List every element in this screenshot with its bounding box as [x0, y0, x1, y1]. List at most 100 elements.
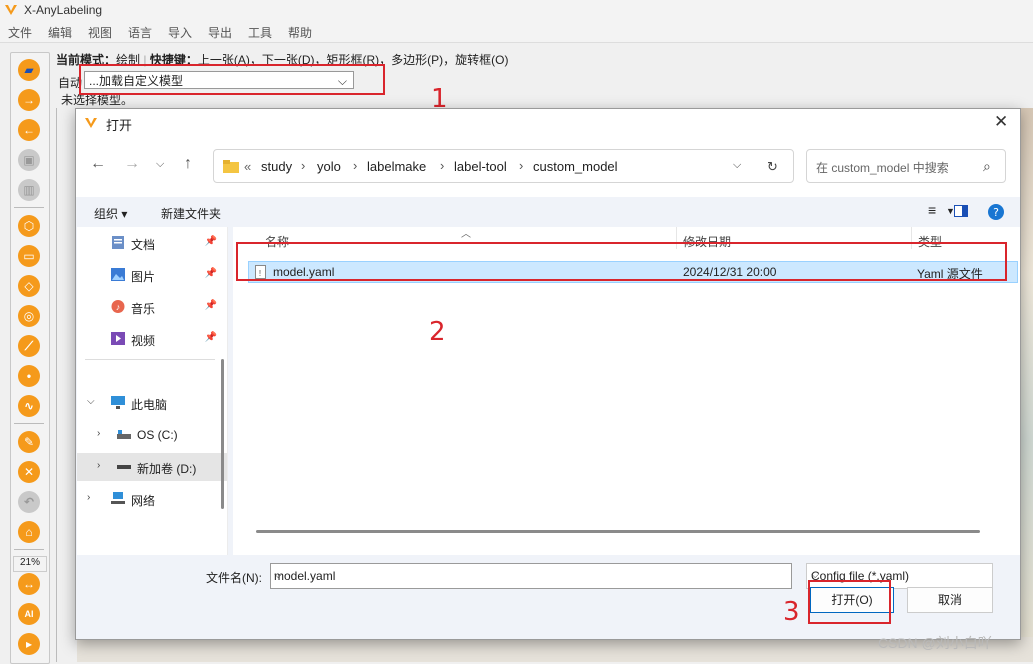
annotation-number-2: 2: [429, 317, 446, 347]
filename-label: 文件名(N):: [206, 571, 262, 585]
zoom-level[interactable]: 21%: [13, 556, 47, 572]
pin-icon[interactable]: 📌: [205, 300, 217, 311]
filename-input[interactable]: model.yaml ⌵: [270, 563, 792, 589]
brush-icon[interactable]: ⌂: [18, 521, 40, 543]
nav-item-label: 音乐: [131, 302, 156, 316]
nav-item-videos[interactable]: 视频 📌: [77, 325, 227, 353]
breadcrumb-label-tool[interactable]: label-tool: [454, 159, 507, 174]
nav-item-drive-d[interactable]: › 新加卷 (D:): [77, 453, 227, 481]
menu-language[interactable]: 语言: [128, 24, 152, 41]
undo-icon[interactable]: ↶: [18, 491, 40, 513]
menu-export[interactable]: 导出: [208, 24, 232, 41]
canvas-divider: [56, 108, 57, 662]
linestrip-icon[interactable]: ∿: [18, 395, 40, 417]
drive-icon: [117, 465, 131, 469]
breadcrumb-overflow[interactable]: «: [244, 159, 251, 174]
edit-icon[interactable]: ✎: [18, 431, 40, 453]
menu-import[interactable]: 导入: [168, 24, 192, 41]
line-icon[interactable]: ⟋: [18, 335, 40, 357]
nav-item-this-pc[interactable]: ⌵ 此电脑: [77, 389, 227, 417]
menu-file[interactable]: 文件: [8, 24, 32, 41]
menu-tools[interactable]: 工具: [248, 24, 272, 41]
back-arrow-icon[interactable]: ←: [90, 155, 106, 173]
horizontal-scrollbar[interactable]: [256, 530, 980, 533]
next-image-icon[interactable]: →: [18, 89, 40, 111]
search-placeholder: 在 custom_model 中搜索: [816, 161, 949, 175]
breadcrumb-study[interactable]: study: [261, 159, 292, 174]
annotation-number-3: 3: [783, 597, 800, 627]
expanded-chevron-icon[interactable]: ⌵: [87, 396, 95, 407]
toolbar-divider: [14, 549, 44, 550]
watermark: CSDN @刘小白吖: [878, 635, 992, 651]
nav-item-label: 文档: [131, 238, 156, 252]
preview-pane-icon[interactable]: [954, 205, 968, 217]
pictures-icon: [111, 268, 125, 281]
circle-icon[interactable]: ◎: [18, 305, 40, 327]
menu-edit[interactable]: 编辑: [48, 24, 72, 41]
nav-item-documents[interactable]: 文档 📌: [77, 229, 227, 257]
save-icon[interactable]: ▣: [18, 149, 40, 171]
delete-icon[interactable]: ▥: [18, 179, 40, 201]
run-icon[interactable]: ▸: [18, 633, 40, 655]
refresh-icon[interactable]: ↻: [767, 159, 778, 175]
annotation-box-1: [79, 64, 385, 95]
ai-icon[interactable]: AI: [18, 603, 40, 625]
nav-item-label: 网络: [131, 494, 156, 508]
breadcrumb-sep-icon: ›: [353, 158, 358, 173]
breadcrumb-labelmake[interactable]: labelmake: [367, 159, 426, 174]
svg-text:♪: ♪: [116, 302, 121, 312]
point-icon[interactable]: •: [18, 365, 40, 387]
rotation-box-icon[interactable]: ◇: [18, 275, 40, 297]
left-toolbar: ▰ → ← ▣ ▥ ⬡ ▭ ◇ ◎ ⟋ • ∿ ✎ ✕ ↶ ⌂ ↔ AI ▸: [10, 52, 50, 664]
close-icon[interactable]: ✕: [994, 112, 1008, 132]
folder-icon: [223, 160, 239, 173]
dialog-titlebar: 打开 ✕: [76, 109, 1020, 137]
recent-chevron-icon[interactable]: ⌵: [156, 158, 164, 171]
collapsed-chevron-icon[interactable]: ›: [97, 428, 100, 439]
chevron-down-icon[interactable]: ⌵: [274, 569, 785, 582]
up-arrow-icon[interactable]: ↑: [184, 155, 192, 173]
breadcrumb-custom-model[interactable]: custom_model: [533, 159, 618, 174]
annotation-box-2: [236, 242, 1007, 281]
nav-item-network[interactable]: › 网络: [77, 485, 227, 513]
app-logo-icon: [5, 5, 17, 15]
breadcrumb-yolo[interactable]: yolo: [317, 159, 341, 174]
nav-item-music[interactable]: ♪ 音乐 📌: [77, 293, 227, 321]
music-icon: ♪: [111, 300, 125, 313]
nav-divider: [85, 359, 215, 360]
menu-help[interactable]: 帮助: [288, 24, 312, 41]
rectangle-icon[interactable]: ▭: [18, 245, 40, 267]
breadcrumb-sep-icon: ›: [519, 158, 524, 173]
sort-ascending-icon: ︿: [461, 229, 471, 240]
address-bar[interactable]: « study › yolo › labelmake › label-tool …: [213, 149, 794, 183]
view-list-icon[interactable]: ≡: [928, 202, 936, 218]
organize-button[interactable]: 组织 ▾: [94, 205, 127, 222]
toolbar-divider: [14, 207, 44, 208]
breadcrumb-sep-icon: ›: [301, 158, 306, 173]
pin-icon[interactable]: 📌: [205, 268, 217, 279]
command-bar: 组织 ▾ 新建文件夹 ≡ ▼ ?: [76, 197, 1020, 227]
videos-icon: [111, 332, 125, 345]
menu-view[interactable]: 视图: [88, 24, 112, 41]
search-input[interactable]: 在 custom_model 中搜索 ⌕: [806, 149, 1006, 183]
open-folder-icon[interactable]: ▰: [18, 59, 40, 81]
pin-icon[interactable]: 📌: [205, 236, 217, 247]
new-folder-button[interactable]: 新建文件夹: [161, 205, 221, 222]
nav-item-label: OS (C:): [137, 428, 178, 442]
collapsed-chevron-icon[interactable]: ›: [87, 492, 90, 503]
annotation-box-3: [808, 580, 891, 624]
collapsed-chevron-icon[interactable]: ›: [97, 460, 100, 471]
help-icon[interactable]: ?: [988, 204, 1004, 220]
cancel-button[interactable]: 取消: [907, 587, 993, 613]
nav-item-pictures[interactable]: 图片 📌: [77, 261, 227, 289]
nav-scrollbar[interactable]: [221, 359, 224, 509]
pin-icon[interactable]: 📌: [205, 332, 217, 343]
nav-item-drive-c[interactable]: › OS (C:): [77, 421, 227, 449]
address-dropdown-icon[interactable]: ⌵: [733, 159, 741, 172]
prev-image-icon[interactable]: ←: [18, 119, 40, 141]
polygon-icon[interactable]: ⬡: [18, 215, 40, 237]
forward-arrow-icon[interactable]: →: [124, 155, 140, 173]
remove-icon[interactable]: ✕: [18, 461, 40, 483]
fit-width-icon[interactable]: ↔: [18, 573, 40, 595]
nav-item-label: 视频: [131, 334, 156, 348]
